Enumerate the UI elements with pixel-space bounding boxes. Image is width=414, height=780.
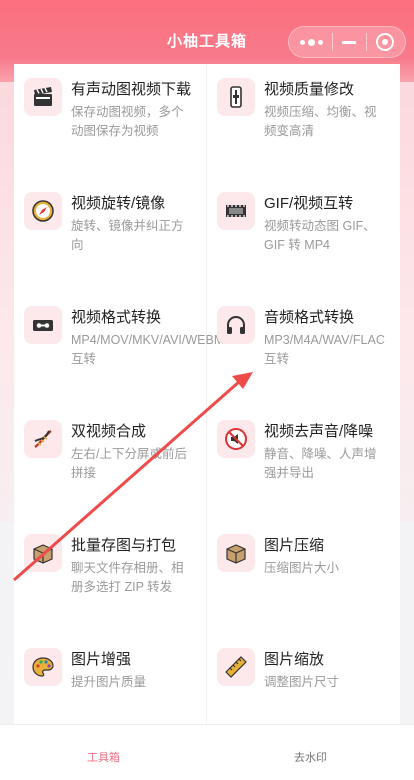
more-dots-icon[interactable] xyxy=(299,38,323,46)
tool-grid: 有声动图视频下载 保存动图视频，多个动图保存为视频 视频质量修改 视频压缩、均衡… xyxy=(14,64,400,724)
tool-title: 音频格式转换 xyxy=(264,309,355,326)
tool-dual-video[interactable]: 双视频合成 左右/上下分屏或前后拼接 xyxy=(14,406,207,520)
tool-animated-video-download[interactable]: 有声动图视频下载 保存动图视频，多个动图保存为视频 xyxy=(14,64,207,178)
tool-title: 视频质量修改 xyxy=(264,81,355,98)
tool-gif-video[interactable]: GIF/视频互转 视频转动态图 GIF、GIF 转 MP4 xyxy=(207,178,400,292)
bottom-tab-bar: 工具箱 去水印 xyxy=(0,724,414,780)
tool-title: 视频旋转/镜像 xyxy=(71,195,166,212)
tool-video-denoise[interactable]: 视频去声音/降噪 静音、降噪、人声增强并导出 xyxy=(207,406,400,520)
ruler-icon xyxy=(217,648,255,686)
tool-description: 保存动图视频，多个动图保存为视频 xyxy=(71,105,184,138)
tool-image-resize[interactable]: 图片缩放 调整图片尺寸 xyxy=(207,634,400,724)
tool-description: 旋转、镜像并纠正方向 xyxy=(71,219,184,252)
tool-title: 图片增强 xyxy=(71,651,132,668)
tool-description: 聊天文件存相册、相册多选打 ZIP 转发 xyxy=(71,561,184,594)
clapperboard-icon xyxy=(24,78,62,116)
capsule-divider xyxy=(365,33,367,51)
tool-video-format[interactable]: 视频格式转换 MP4/MOV/MKV/AVI/WEBM 互转 xyxy=(14,292,225,406)
tool-description: 左右/上下分屏或前后拼接 xyxy=(71,447,187,480)
tab-toolbox[interactable]: 工具箱 xyxy=(0,749,207,765)
minimize-icon[interactable] xyxy=(342,40,357,44)
dna-icon xyxy=(24,420,62,458)
compass-icon xyxy=(24,192,62,230)
tool-title: 有声动图视频下载 xyxy=(71,81,192,98)
tool-image-compress[interactable]: 图片压缩 压缩图片大小 xyxy=(207,520,400,634)
tool-description: 调整图片尺寸 xyxy=(264,675,340,689)
tab-remove-watermark[interactable]: 去水印 xyxy=(207,749,414,765)
tool-video-rotate[interactable]: 视频旋转/镜像 旋转、镜像并纠正方向 xyxy=(14,178,207,292)
box-icon xyxy=(217,534,255,572)
tool-description: 提升图片质量 xyxy=(71,675,147,689)
package-icon xyxy=(24,534,62,572)
palette-icon xyxy=(24,648,62,686)
target-close-icon[interactable] xyxy=(376,33,395,51)
videotape-icon xyxy=(24,306,62,344)
tool-description: MP3/M4A/WAV/FLAC 互转 xyxy=(264,333,385,366)
headphones-icon xyxy=(217,306,255,344)
tool-image-enhance[interactable]: 图片增强 提升图片质量 xyxy=(14,634,207,724)
tool-audio-format[interactable]: 音频格式转换 MP3/M4A/WAV/FLAC 互转 xyxy=(207,292,400,406)
tool-description: 压缩图片大小 xyxy=(264,561,340,575)
tool-description: 视频转动态图 GIF、GIF 转 MP4 xyxy=(264,219,376,252)
tool-title: GIF/视频互转 xyxy=(264,195,354,212)
film-strip-icon xyxy=(217,192,255,230)
tool-title: 双视频合成 xyxy=(71,423,147,440)
tool-title: 视频格式转换 xyxy=(71,309,162,326)
tool-description: 静音、降噪、人声增强并导出 xyxy=(264,447,377,480)
capsule-divider xyxy=(332,33,334,51)
tool-title: 图片缩放 xyxy=(264,651,325,668)
tool-batch-save[interactable]: 批量存图与打包 聊天文件存相册、相册多选打 ZIP 转发 xyxy=(14,520,207,634)
tool-description: 视频压缩、均衡、视频变高清 xyxy=(264,105,377,138)
tool-title: 图片压缩 xyxy=(264,537,325,554)
slider-icon xyxy=(217,78,255,116)
tool-description: MP4/MOV/MKV/AVI/WEBM 互转 xyxy=(71,333,225,366)
tool-title: 视频去声音/降噪 xyxy=(264,423,374,440)
tool-video-quality[interactable]: 视频质量修改 视频压缩、均衡、视频变高清 xyxy=(207,64,400,178)
mini-program-capsule xyxy=(288,26,406,58)
tool-title: 批量存图与打包 xyxy=(71,537,177,554)
mute-icon xyxy=(217,420,255,458)
